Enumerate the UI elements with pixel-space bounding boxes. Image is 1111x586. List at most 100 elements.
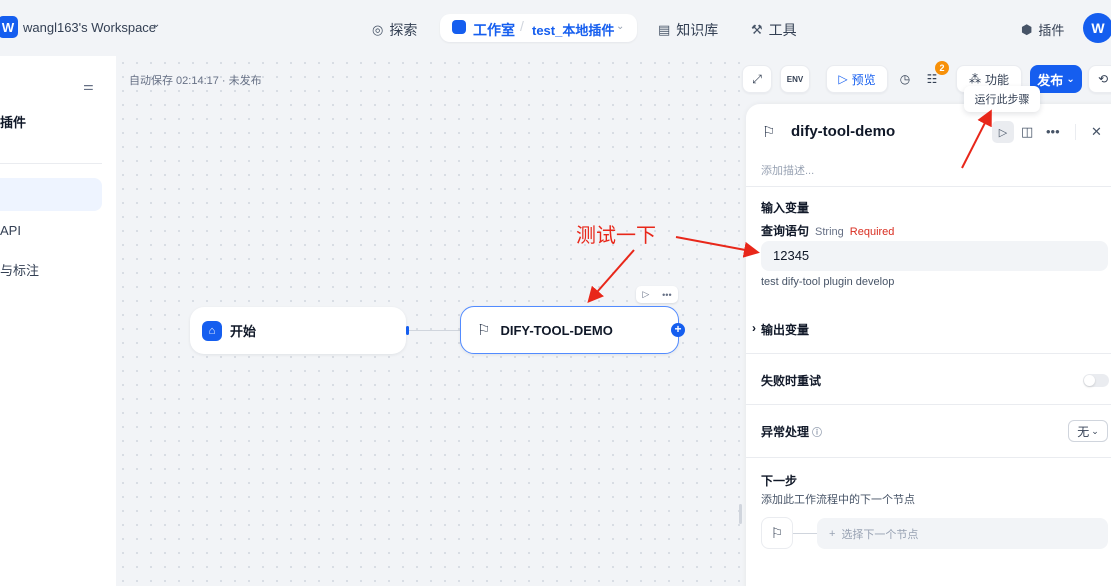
error-handling-select[interactable]: 无 ⌄ [1068,420,1108,442]
output-vars-title[interactable]: 输出变量 [761,321,809,338]
play-icon[interactable]: ▷ [642,289,649,300]
start-node-label: 开始 [230,324,257,339]
history-icon: ⟲ [1097,72,1109,86]
workspace-avatar[interactable]: W [0,16,18,38]
divider [746,186,1111,187]
sidebar-item-annotation[interactable]: 与标注 [0,260,39,279]
checklist-badge: 2 [935,61,949,75]
hammer-icon: ⚒ [751,22,763,37]
variable-row: 查询语句 String Required [761,222,894,239]
workspace-name[interactable]: wangl163's Workspace [23,20,156,35]
chevron-down-icon[interactable]: ⌄ [616,21,624,32]
edge [409,330,461,331]
plugins-label: 插件 [1038,23,1065,38]
avatar[interactable]: W [1083,13,1111,43]
fullscreen-button[interactable]: ⤢ [742,65,772,93]
error-handling-title: 异常处理 ⓘ [761,423,822,440]
cube-icon: ⬢ [1021,21,1033,37]
nav-studio-label: 工作室 [473,22,515,38]
divider [0,163,102,164]
nav-explore[interactable]: ◎ 探索 [372,20,417,40]
panel-resize-handle[interactable] [739,504,742,524]
nav-knowledge-label: 知识库 [676,22,719,38]
book-icon: ▤ [658,22,671,37]
retry-toggle[interactable] [1083,374,1109,387]
description-input[interactable]: 添加描述... [761,162,814,178]
preview-button[interactable]: ▷ 预览 [826,65,888,93]
tool-node-label: DIFY-TOOL-DEMO [500,322,613,338]
next-step-subtitle: 添加此工作流程中的下一个节点 [761,494,915,506]
plus-icon: + [829,527,836,540]
error-handling-label: 异常处理 [761,425,810,439]
required-badge: Required [849,226,895,238]
error-handling-value: 无 [1077,424,1090,439]
start-node[interactable]: ⌂ 开始 [190,307,406,354]
more-icon[interactable]: ••• [662,290,671,300]
divider [746,353,1111,354]
robot-icon [452,20,466,34]
flag-icon: ⚐ [477,322,491,339]
retry-title: 失败时重试 [761,374,822,388]
clock-play-icon: ◷ [899,72,911,86]
features-icon: ⁂ [968,72,981,86]
panel-title[interactable]: dify-tool-demo [791,123,895,140]
home-icon: ⌂ [202,320,222,341]
features-label: 功能 [984,72,1009,87]
annotation-text: 测试一下 [576,223,656,247]
plugins-link[interactable]: ⬢ 插件 [1021,20,1064,39]
sidebar-toggle-icon[interactable]: ⚌ [83,79,97,93]
nav-tools-label: 工具 [768,22,797,38]
flag-icon: ⚐ [762,124,776,141]
expand-icon: ⤢ [752,71,762,86]
checklist-icon: ☷ [926,72,938,86]
divider [746,404,1111,405]
env-button[interactable]: ENV [780,65,810,93]
sidebar-item-api[interactable]: API [0,223,21,238]
nav-explore-label: 探索 [389,22,418,38]
nav-tools[interactable]: ⚒ 工具 [751,20,797,40]
run-step-button[interactable]: ▷ [992,121,1014,143]
query-input[interactable]: 12345 [761,241,1108,271]
play-icon: ▷ [838,72,848,86]
sidebar: ⚌ 插件 API 与标注 [0,56,116,586]
play-icon: ▷ [998,126,1008,139]
top-bar: W wangl163's Workspace ⌄ ◎ 探索 工作室 / test… [0,0,1111,56]
nav-studio[interactable]: 工作室 / test_本地插件 ⌄ [440,14,637,42]
chevron-down-icon: ⌄ [1066,73,1075,85]
variable-name: 查询语句 [761,224,810,238]
variable-type: String [815,226,844,238]
publish-label: 发布 [1037,72,1064,88]
breadcrumb-separator: / [520,18,524,34]
divider [746,457,1111,458]
history-run-button[interactable]: ◷ [890,65,920,93]
node-toolbar: ▷ ••• [636,286,678,303]
variable-help-text: test dify-tool plugin develop [761,276,895,288]
chevron-down-icon: ⌄ [1091,425,1099,436]
close-icon[interactable]: ✕ [1091,124,1102,140]
divider [1075,124,1076,140]
compass-icon: ◎ [372,22,384,37]
input-vars-title: 输入变量 [761,201,810,215]
env-icon: ENV [786,74,804,84]
sidebar-title: 插件 [0,115,27,130]
help-doc-icon[interactable]: ◫ [1021,124,1033,140]
node-panel: ⚐ dify-tool-demo ▷ ◫ ••• ✕ 添加描述... 输入变量 … [746,104,1111,586]
flag-icon: ⚐ [761,517,793,549]
edge [793,533,817,534]
select-next-node-label: 选择下一个节点 [841,528,919,541]
select-next-node-button[interactable]: + 选择下一个节点 [817,518,1108,549]
version-history-button[interactable]: ⟲ [1088,65,1111,93]
nav-knowledge[interactable]: ▤ 知识库 [658,20,718,40]
tool-node[interactable]: ⚐ DIFY-TOOL-DEMO [460,306,679,354]
help-icon[interactable]: ⓘ [812,428,822,439]
autosave-status: 自动保存 02:14:17 · 未发布 [129,75,262,87]
sidebar-item-active[interactable] [0,178,102,211]
more-icon[interactable]: ••• [1046,124,1060,139]
chevron-right-icon[interactable]: › [752,321,756,335]
next-step-title: 下一步 [761,474,798,488]
chevron-down-icon[interactable]: ⌄ [152,19,160,30]
app-name[interactable]: test_本地插件 [532,20,614,39]
tooltip: 运行此步骤 [964,86,1040,112]
preview-label: 预览 [851,72,876,87]
add-node-icon[interactable]: + [671,323,685,337]
